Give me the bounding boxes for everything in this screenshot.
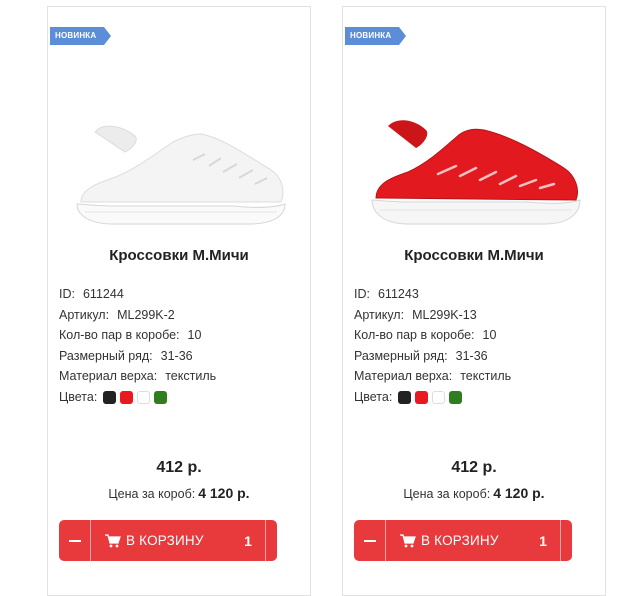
quantity-value[interactable]: 1 bbox=[526, 520, 560, 561]
color-swatch-red[interactable] bbox=[414, 390, 428, 404]
prop-material: Материал верха: текстиль bbox=[354, 369, 512, 383]
prop-pairs: Кол-во пар в коробе: 10 bbox=[59, 328, 202, 342]
increase-qty-button[interactable] bbox=[560, 520, 572, 561]
box-price: Цена за короб: 4 120 р. bbox=[108, 485, 250, 501]
color-swatch-green[interactable] bbox=[448, 390, 462, 404]
color-swatches bbox=[397, 390, 466, 404]
color-swatches bbox=[102, 390, 171, 404]
new-badge: НОВИНКА bbox=[345, 27, 407, 45]
add-to-cart-button[interactable]: В КОРЗИНУ bbox=[386, 520, 526, 561]
prop-colors: Цвета: bbox=[59, 387, 216, 408]
color-swatch-green[interactable] bbox=[153, 390, 167, 404]
minus-icon bbox=[68, 539, 81, 542]
prop-pairs: Кол-во пар в коробе: 10 bbox=[354, 328, 497, 342]
prop-sizes: Размерный ряд: 31-36 bbox=[59, 348, 193, 363]
color-swatch-white[interactable] bbox=[136, 390, 150, 404]
cart-control: В КОРЗИНУ 1 bbox=[59, 520, 277, 561]
product-title[interactable]: Кроссовки М.Мичи bbox=[343, 247, 605, 264]
prop-id: ID: 611243 bbox=[354, 287, 419, 301]
color-swatch-black[interactable] bbox=[397, 390, 411, 404]
new-badge: НОВИНКА bbox=[50, 27, 112, 45]
product-card: НОВИНКА Кроссовки М.Мичи ID: 611244 Артик… bbox=[47, 6, 311, 596]
add-to-cart-button[interactable]: В КОРЗИНУ bbox=[91, 520, 231, 561]
product-image[interactable] bbox=[73, 112, 288, 237]
increase-qty-button[interactable] bbox=[265, 520, 277, 561]
product-price: 412 р. bbox=[156, 459, 202, 476]
box-price: Цена за короб: 4 120 р. bbox=[403, 485, 545, 501]
prop-article: Артикул: ML299K-13 bbox=[354, 307, 477, 322]
prop-article: Артикул: ML299K-2 bbox=[59, 307, 175, 322]
prop-sizes: Размерный ряд: 31-36 bbox=[354, 348, 488, 363]
color-swatch-red[interactable] bbox=[119, 390, 133, 404]
product-image[interactable] bbox=[368, 112, 583, 237]
cart-icon bbox=[105, 533, 121, 547]
color-swatch-white[interactable] bbox=[431, 390, 445, 404]
decrease-qty-button[interactable] bbox=[59, 520, 91, 561]
prop-material: Материал верха: текстиль bbox=[59, 369, 217, 383]
cart-control: В КОРЗИНУ 1 bbox=[354, 520, 572, 561]
quantity-value[interactable]: 1 bbox=[231, 520, 265, 561]
prop-colors: Цвета: bbox=[354, 387, 511, 408]
minus-icon bbox=[363, 539, 376, 542]
product-price: 412 р. bbox=[451, 459, 497, 476]
product-title[interactable]: Кроссовки М.Мичи bbox=[48, 247, 310, 264]
product-properties: ID: 611244 Артикул: ML299K-2 Кол-во пар в … bbox=[59, 284, 216, 407]
color-swatch-black[interactable] bbox=[102, 390, 116, 404]
product-properties: ID: 611243 Артикул: ML299K-13 Кол-во пар в… bbox=[354, 284, 511, 407]
decrease-qty-button[interactable] bbox=[354, 520, 386, 561]
product-card: НОВИНКА Кроссовки М.Мичи ID: 611243 Артик… bbox=[342, 6, 606, 596]
cart-icon bbox=[400, 533, 416, 547]
prop-id: ID: 611244 bbox=[59, 287, 124, 301]
